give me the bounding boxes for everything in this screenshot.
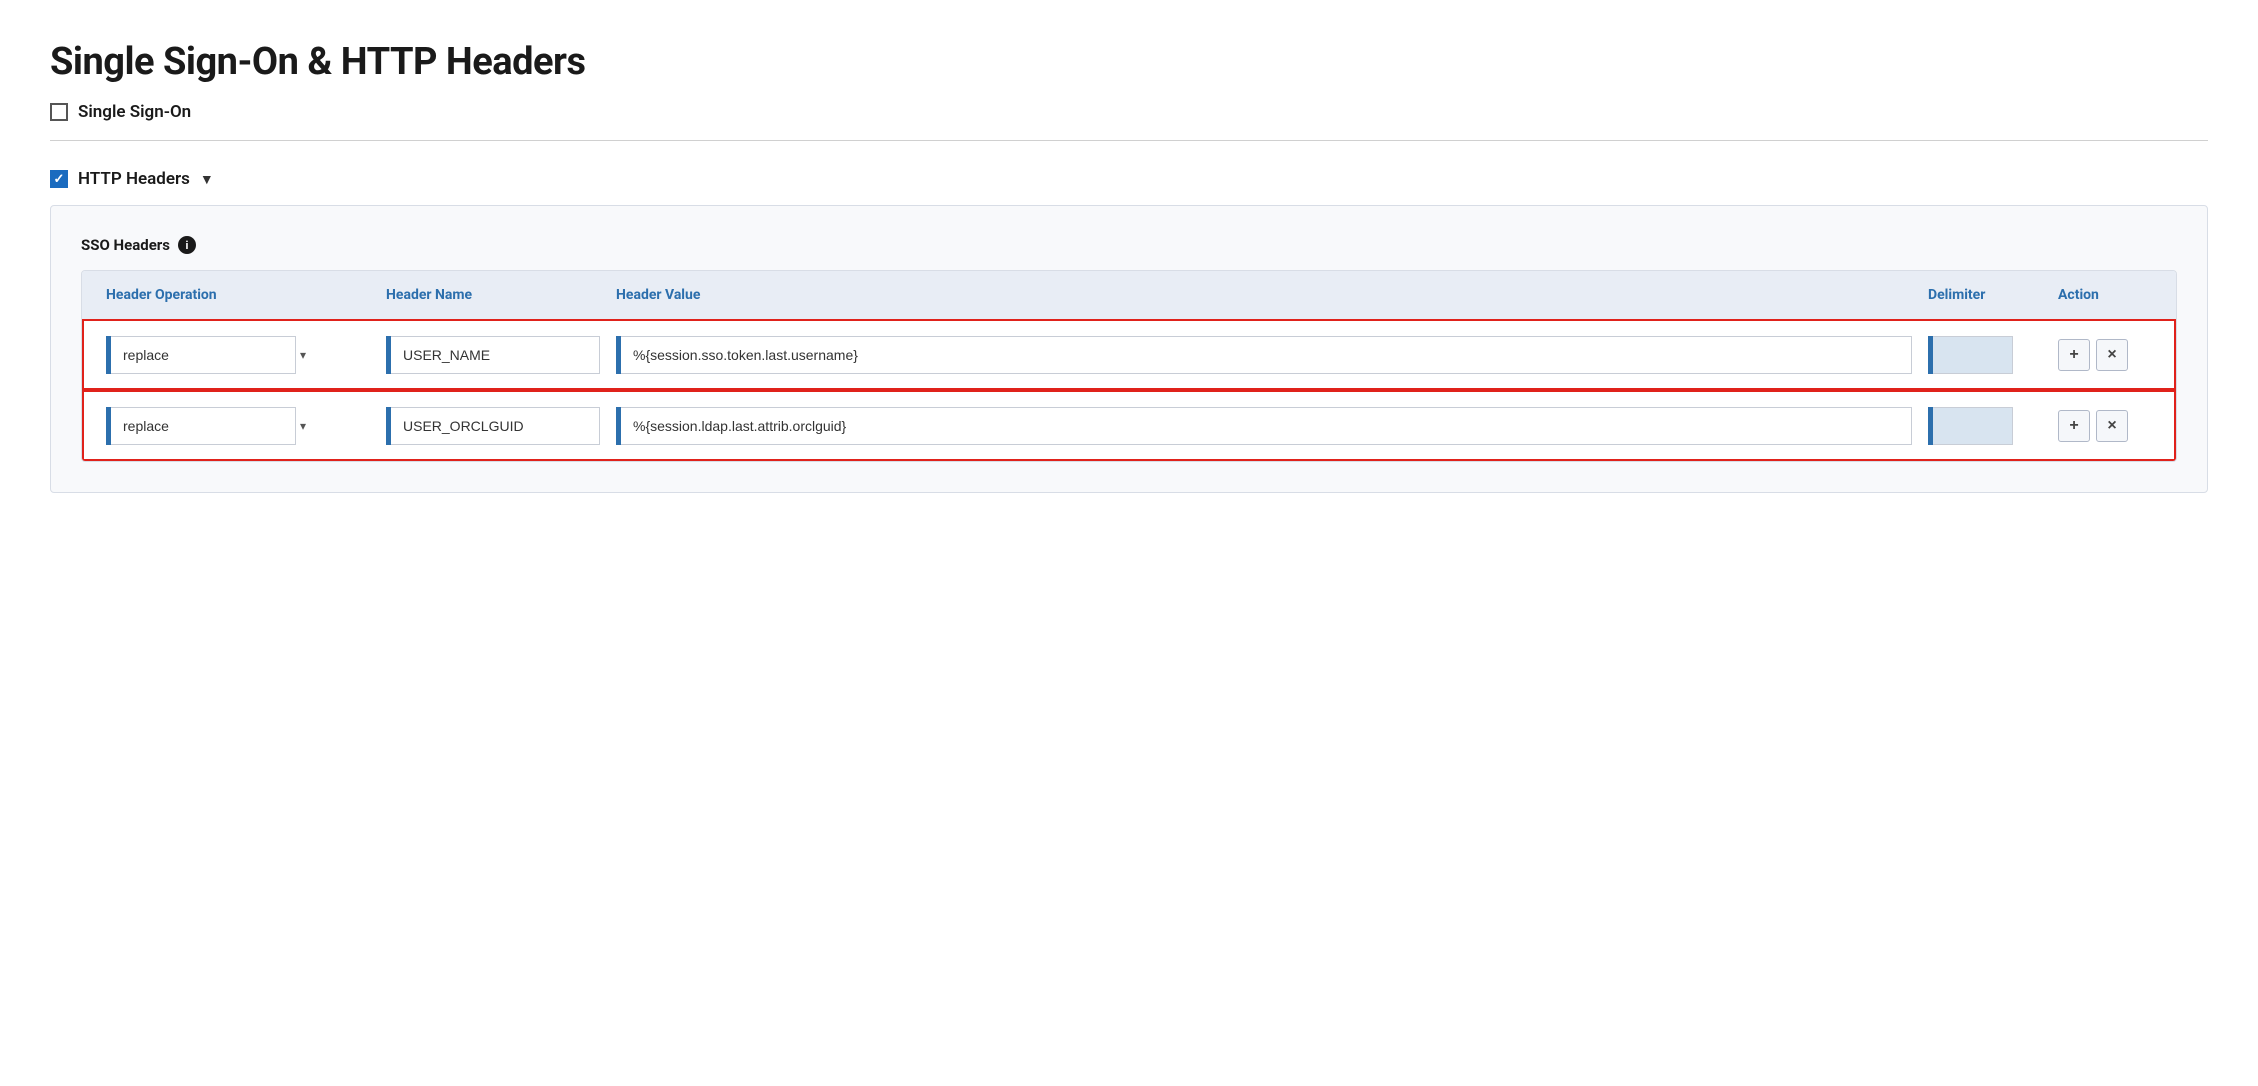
delimiter-cell-1 <box>1920 332 2050 378</box>
action-cell-2: + × <box>2050 406 2160 446</box>
name-cell-1 <box>378 332 608 378</box>
add-row-button-1[interactable]: + <box>2058 339 2090 371</box>
value-cell-1 <box>608 332 1920 378</box>
sso-checkbox[interactable] <box>50 103 68 121</box>
http-headers-section: HTTP Headers ▼ <box>50 169 2208 189</box>
value-cell-2 <box>608 403 1920 449</box>
col-header-action: Action <box>2050 283 2160 307</box>
header-value-input-2[interactable] <box>621 407 1912 445</box>
delimiter-input-1[interactable] <box>1933 336 2013 374</box>
remove-row-button-2[interactable]: × <box>2096 410 2128 442</box>
delimiter-cell-2 <box>1920 403 2050 449</box>
sso-headers-label: SSO Headers i <box>81 236 2177 254</box>
name-input-wrapper-2 <box>386 407 600 445</box>
operation-select-wrapper-1: replace add delete ▾ <box>106 336 316 374</box>
add-row-button-2[interactable]: + <box>2058 410 2090 442</box>
value-input-wrapper-1 <box>616 336 1912 374</box>
page-title: Single Sign-On & HTTP Headers <box>50 40 2208 84</box>
header-name-input-2[interactable] <box>391 407 600 445</box>
chevron-down-icon[interactable]: ▼ <box>200 171 214 188</box>
delimiter-input-2[interactable] <box>1933 407 2013 445</box>
table-header: Header Operation Header Name Header Valu… <box>82 271 2176 319</box>
http-headers-checkbox[interactable] <box>50 170 68 188</box>
section-divider <box>50 140 2208 141</box>
select-arrow-icon-1: ▾ <box>300 348 306 362</box>
http-headers-label: HTTP Headers <box>78 169 190 189</box>
operation-select-wrapper-2: replace add delete ▾ <box>106 407 316 445</box>
col-header-name: Header Name <box>378 283 608 307</box>
table-row: replace add delete ▾ <box>82 319 2176 390</box>
header-name-input-1[interactable] <box>391 336 600 374</box>
sso-headers-table: Header Operation Header Name Header Valu… <box>81 270 2177 462</box>
action-cell-1: + × <box>2050 335 2160 375</box>
name-input-wrapper-1 <box>386 336 600 374</box>
header-value-input-1[interactable] <box>621 336 1912 374</box>
operation-cell-1: replace add delete ▾ <box>98 332 378 378</box>
col-header-value: Header Value <box>608 283 1920 307</box>
operation-select-1[interactable]: replace add delete <box>111 336 296 374</box>
operation-select-2[interactable]: replace add delete <box>111 407 296 445</box>
value-input-wrapper-2 <box>616 407 1912 445</box>
info-icon[interactable]: i <box>178 236 196 254</box>
operation-cell-2: replace add delete ▾ <box>98 403 378 449</box>
sso-headers-text: SSO Headers <box>81 236 170 254</box>
table-row: replace add delete ▾ <box>82 390 2176 461</box>
select-arrow-icon-2: ▾ <box>300 419 306 433</box>
col-header-operation: Header Operation <box>98 283 378 307</box>
remove-row-button-1[interactable]: × <box>2096 339 2128 371</box>
col-header-delimiter: Delimiter <box>1920 283 2050 307</box>
name-cell-2 <box>378 403 608 449</box>
sso-section: Single Sign-On <box>50 102 2208 122</box>
headers-panel: SSO Headers i Header Operation Header Na… <box>50 205 2208 493</box>
sso-label: Single Sign-On <box>78 102 191 122</box>
